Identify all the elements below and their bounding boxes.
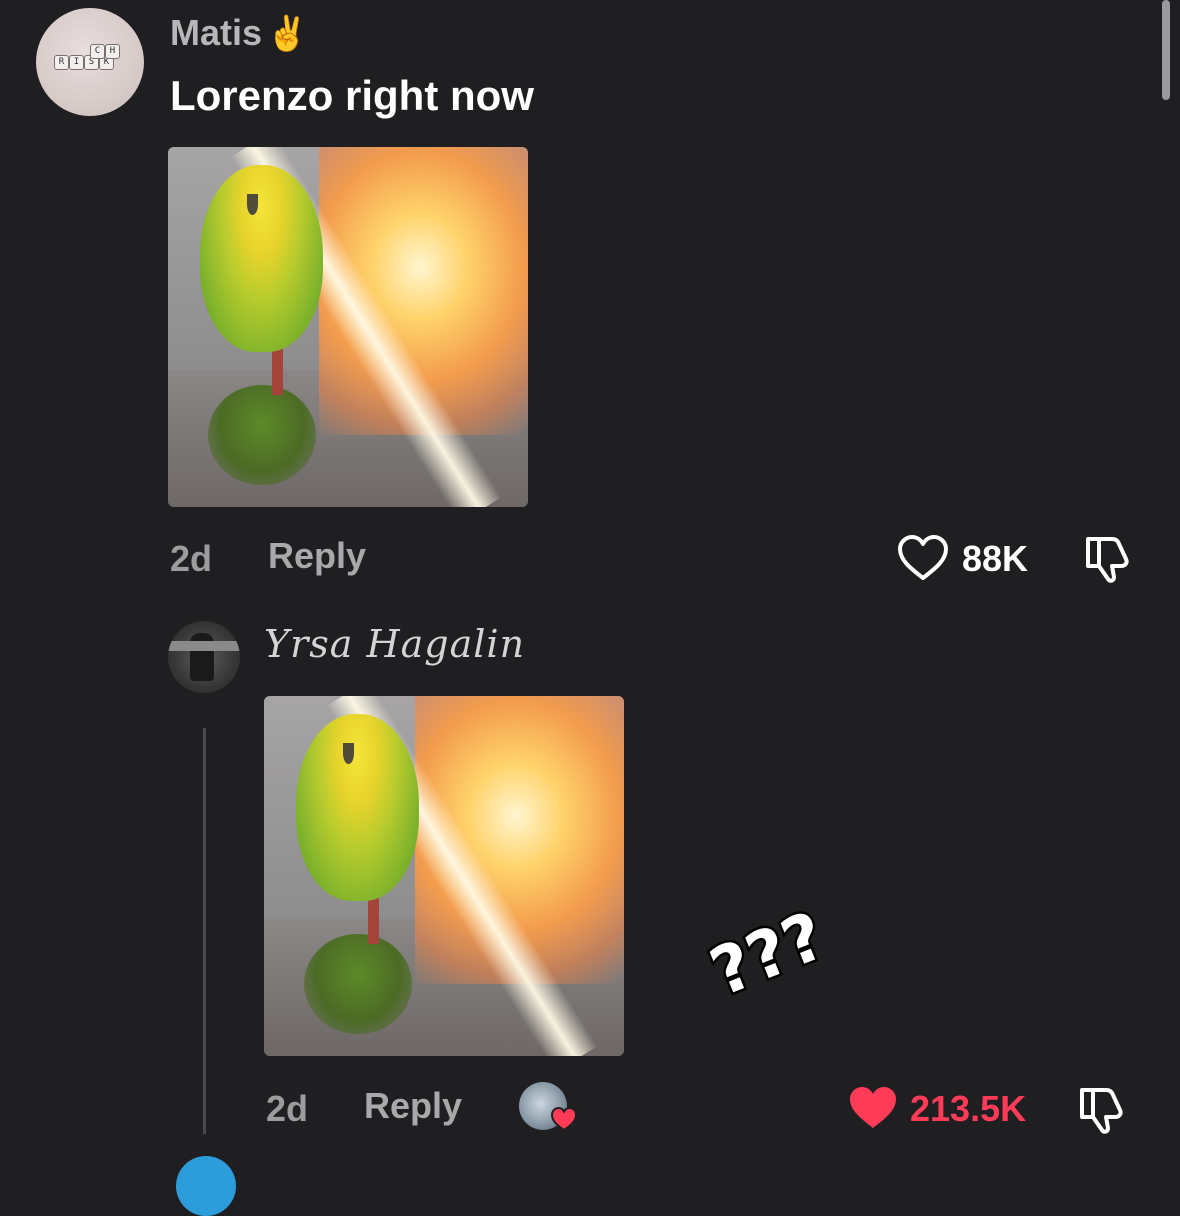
thumbs-down-icon[interactable]	[1082, 533, 1134, 585]
reply-username[interactable]: Yrsa Hagalin	[264, 622, 525, 666]
reply-like-count: 213.5K	[910, 1088, 1027, 1129]
gif-budgie	[296, 714, 419, 902]
avatar-bead-h: H	[105, 44, 120, 59]
username-text: Matis	[170, 12, 263, 53]
next-comment-avatar[interactable]	[176, 1156, 236, 1216]
comment-gif[interactable]	[168, 147, 528, 507]
comment-timestamp: 2d	[170, 538, 213, 579]
gif-bird-reflection	[207, 384, 316, 486]
avatar-background-stripe	[168, 641, 240, 651]
question-marks-overlay: ???	[697, 894, 837, 1013]
reply-user-avatar[interactable]	[168, 621, 240, 693]
commenter-avatar[interactable]: R I S K C H	[36, 8, 144, 116]
avatar-bead-i: I	[69, 55, 84, 70]
thumbs-down-icon[interactable]	[1076, 1084, 1128, 1136]
reply-timestamp: 2d	[266, 1088, 309, 1129]
gif-bird-leg	[272, 345, 284, 396]
avatar-bead-c: C	[90, 44, 105, 59]
comment-like-count: 88K	[962, 538, 1029, 579]
gif-bird-leg	[368, 894, 380, 945]
reply-reply-button[interactable]: Reply	[364, 1085, 462, 1127]
comment-reply-button[interactable]: Reply	[268, 535, 366, 577]
heart-outline-icon[interactable]	[896, 534, 950, 582]
gif-budgie	[200, 165, 323, 353]
comment-text: Lorenzo right now	[170, 72, 534, 119]
reply-thread-line	[203, 728, 206, 1134]
peace-emoji: ✌️	[266, 15, 309, 53]
creator-liked-badge-icon	[550, 1106, 578, 1132]
gif-bird-reflection	[303, 933, 412, 1035]
heart-filled-icon[interactable]	[846, 1084, 900, 1132]
avatar-bead-r: R	[54, 55, 69, 70]
commenter-username[interactable]: Matis ✌️	[170, 12, 308, 54]
reply-gif[interactable]	[264, 696, 624, 1056]
scrollbar[interactable]	[1162, 0, 1170, 100]
